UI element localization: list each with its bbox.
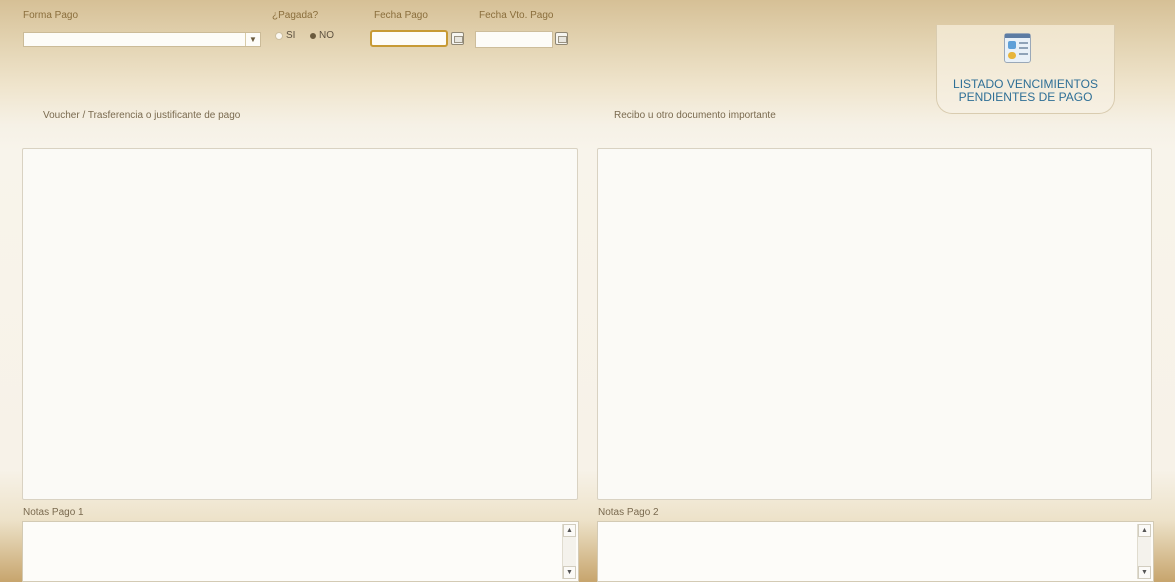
report-list-icon — [1004, 33, 1031, 63]
radio-icon — [275, 31, 283, 40]
radio-selected-icon — [310, 32, 316, 39]
notas-pago-1-label: Notas Pago 1 — [23, 507, 84, 518]
fecha-vto-label: Fecha Vto. Pago — [479, 10, 554, 21]
voucher-container[interactable] — [22, 148, 578, 500]
scroll-up-icon[interactable]: ▲ — [563, 524, 576, 537]
scroll-down-icon[interactable]: ▼ — [1138, 566, 1151, 579]
notas-pago-2-field[interactable]: ▲ ▼ — [597, 521, 1154, 582]
listado-vencimientos-button[interactable]: LISTADO VENCIMIENTOS PENDIENTES DE PAGO — [936, 25, 1115, 114]
pagada-si-label: SI — [286, 30, 296, 41]
pagada-radio-no[interactable]: NO — [310, 30, 334, 41]
pagada-no-label: NO — [319, 30, 334, 41]
listado-vencimientos-label: LISTADO VENCIMIENTOS PENDIENTES DE PAGO — [937, 78, 1114, 104]
forma-pago-select[interactable]: ▼ — [23, 32, 261, 47]
voucher-section-label: Voucher / Trasferencia o justificante de… — [43, 110, 241, 121]
calendar-icon[interactable] — [451, 32, 464, 45]
recibo-container[interactable] — [597, 148, 1152, 500]
fecha-pago-label: Fecha Pago — [374, 10, 428, 21]
notas-2-scrollbar[interactable]: ▲ ▼ — [1137, 524, 1151, 579]
chevron-down-icon[interactable]: ▼ — [245, 33, 260, 46]
fecha-vto-input[interactable] — [475, 31, 553, 48]
recibo-section-label: Recibo u otro documento importante — [614, 110, 776, 121]
forma-pago-label: Forma Pago — [23, 10, 79, 21]
notas-1-scrollbar[interactable]: ▲ ▼ — [562, 524, 576, 579]
calendar-icon[interactable] — [555, 32, 568, 45]
notas-pago-2-label: Notas Pago 2 — [598, 507, 659, 518]
pagada-label: ¿Pagada? — [272, 10, 319, 21]
pagada-radio-si[interactable]: SI — [275, 30, 295, 41]
fecha-pago-input[interactable] — [370, 30, 448, 47]
scroll-down-icon[interactable]: ▼ — [563, 566, 576, 579]
report-line-2: PENDIENTES DE PAGO — [958, 90, 1093, 104]
scroll-up-icon[interactable]: ▲ — [1138, 524, 1151, 537]
notas-pago-1-field[interactable]: ▲ ▼ — [22, 521, 579, 582]
